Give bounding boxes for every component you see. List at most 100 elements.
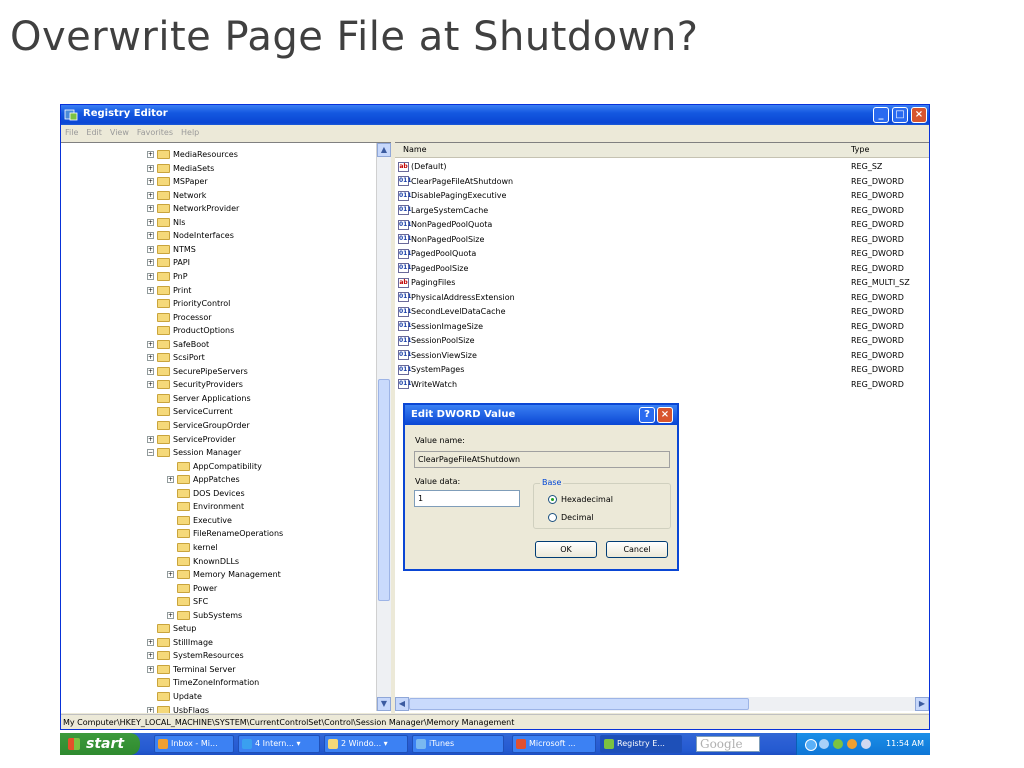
value-row[interactable]: 011DisablePagingExecutive REG_DWORD <box>398 189 928 203</box>
tree-item[interactable]: + AppPatches <box>167 473 240 486</box>
tree-item[interactable]: Update <box>147 690 202 703</box>
tree-item[interactable]: ServiceGroupOrder <box>147 419 250 432</box>
tree-item[interactable]: FileRenameOperations <box>167 527 283 540</box>
expand-icon[interactable]: + <box>147 354 154 362</box>
messenger-icon[interactable] <box>819 739 829 749</box>
ok-button[interactable]: OK <box>535 541 597 558</box>
expand-icon[interactable]: + <box>147 286 154 294</box>
hexadecimal-radio[interactable]: Hexadecimal <box>548 494 613 505</box>
expand-icon[interactable]: + <box>147 232 154 240</box>
tree-item[interactable]: Power <box>167 582 217 595</box>
tree-item[interactable]: Environment <box>167 500 244 513</box>
tree-item[interactable]: AppCompatibility <box>167 460 262 473</box>
tree-item[interactable]: + SubSystems <box>167 609 242 622</box>
value-row[interactable]: 011NonPagedPoolSize REG_DWORD <box>398 233 928 247</box>
taskbar-button[interactable]: 2 Windo... ▾ <box>324 735 408 753</box>
value-row[interactable]: 011WriteWatch REG_DWORD <box>398 378 928 392</box>
expand-icon[interactable]: + <box>147 652 154 660</box>
decimal-radio-dot[interactable] <box>548 513 557 522</box>
tree-item[interactable]: + ServiceProvider <box>147 433 236 446</box>
tree-item[interactable]: + UsbFlags <box>147 704 209 713</box>
tree-item[interactable]: Setup <box>147 622 196 635</box>
tree-item[interactable]: + MediaSets <box>147 162 214 175</box>
value-row[interactable]: ab PagingFiles REG_MULTI_SZ <box>398 276 928 290</box>
menu-file[interactable]: File <box>61 125 82 140</box>
tree-item[interactable]: − Session Manager <box>147 446 241 459</box>
tree-scrollbar[interactable]: ▲ ▼ <box>376 143 391 711</box>
tree-item[interactable]: + ScsiPort <box>147 351 205 364</box>
taskbar-button[interactable]: Registry E... <box>600 735 682 753</box>
close-button[interactable]: × <box>911 107 927 123</box>
expand-icon[interactable]: + <box>147 381 154 389</box>
expand-icon[interactable]: + <box>147 245 154 253</box>
taskbar-button[interactable]: iTunes <box>412 735 504 753</box>
minimize-button[interactable]: _ <box>873 107 889 123</box>
menu-help[interactable]: Help <box>177 125 203 140</box>
tree-item[interactable]: + Memory Management <box>167 568 281 581</box>
menu-favorites[interactable]: Favorites <box>133 125 177 140</box>
expand-icon[interactable]: + <box>147 367 154 375</box>
value-row[interactable]: 011LargeSystemCache REG_DWORD <box>398 204 928 218</box>
expand-icon[interactable]: + <box>147 259 154 267</box>
value-data-input[interactable]: 1 <box>414 490 520 507</box>
tree-item[interactable]: Processor <box>147 311 212 324</box>
list-hscrollbar[interactable]: ◀ ▶ <box>395 697 929 711</box>
tree-item[interactable]: Executive <box>167 514 232 527</box>
list-scroll-left-button[interactable]: ◀ <box>395 697 409 711</box>
value-row[interactable]: 011NonPagedPoolQuota REG_DWORD <box>398 218 928 232</box>
tree-item[interactable]: kernel <box>167 541 218 554</box>
tree-item[interactable]: + SystemResources <box>147 649 244 662</box>
tree-scroll-down-button[interactable]: ▼ <box>377 697 391 711</box>
tree-scroll-up-button[interactable]: ▲ <box>377 143 391 157</box>
tree-item[interactable]: TimeZoneInformation <box>147 676 259 689</box>
help-button[interactable]: ? <box>639 407 655 423</box>
volume-icon[interactable] <box>861 739 871 749</box>
column-header-type[interactable]: Type <box>851 145 869 154</box>
window-titlebar[interactable]: Registry Editor _ □ × <box>61 105 929 125</box>
tree-item[interactable]: + SecurityProviders <box>147 378 243 391</box>
decimal-radio[interactable]: Decimal <box>548 512 594 523</box>
tree-item[interactable]: + MSPaper <box>147 175 208 188</box>
hexadecimal-radio-dot[interactable] <box>548 495 557 504</box>
dialog-titlebar[interactable]: Edit DWORD Value ? × <box>405 405 677 425</box>
expand-icon[interactable]: + <box>147 272 154 280</box>
expand-icon[interactable]: + <box>167 476 174 484</box>
expand-icon[interactable]: + <box>147 191 154 199</box>
value-row[interactable]: 011PhysicalAddressExtension REG_DWORD <box>398 291 928 305</box>
tree-item[interactable]: + NodeInterfaces <box>147 229 234 242</box>
tree-item[interactable]: ServiceCurrent <box>147 405 233 418</box>
tree-item[interactable]: + SafeBoot <box>147 338 209 351</box>
tree-item[interactable]: + Terminal Server <box>147 663 236 676</box>
google-search-box[interactable]: Google <box>696 736 760 752</box>
tree-scroll-thumb[interactable] <box>378 379 390 601</box>
collapse-icon[interactable]: − <box>147 449 154 457</box>
value-row[interactable]: 011SystemPages REG_DWORD <box>398 363 928 377</box>
column-header-name[interactable]: Name <box>403 145 427 154</box>
tree-item[interactable]: + PnP <box>147 270 188 283</box>
tree-item[interactable]: + StillImage <box>147 636 213 649</box>
start-button[interactable]: start <box>60 733 140 755</box>
value-row[interactable]: 011SessionViewSize REG_DWORD <box>398 349 928 363</box>
menu-view[interactable]: View <box>106 125 133 140</box>
network-icon[interactable] <box>833 739 843 749</box>
tree-item[interactable]: + MediaResources <box>147 148 238 161</box>
tree-item[interactable]: Server Applications <box>147 392 251 405</box>
tree-item[interactable]: PriorityControl <box>147 297 230 310</box>
tree-item[interactable]: SFC <box>167 595 208 608</box>
expand-icon[interactable]: + <box>147 164 154 172</box>
expand-icon[interactable]: + <box>147 638 154 646</box>
value-row[interactable]: 011SessionImageSize REG_DWORD <box>398 320 928 334</box>
tree-item[interactable]: DOS Devices <box>167 487 245 500</box>
expand-icon[interactable]: + <box>147 340 154 348</box>
value-row[interactable]: ab (Default) REG_SZ <box>398 160 928 174</box>
value-row[interactable]: 011SecondLevelDataCache REG_DWORD <box>398 305 928 319</box>
taskbar-button[interactable]: Microsoft ... <box>512 735 596 753</box>
tree-item[interactable]: + Nls <box>147 216 185 229</box>
expand-icon[interactable]: + <box>167 611 174 619</box>
menu-edit[interactable]: Edit <box>82 125 106 140</box>
expand-icon[interactable]: + <box>167 571 174 579</box>
tree-item[interactable]: + Network <box>147 189 206 202</box>
value-row[interactable]: 011ClearPageFileAtShutdown REG_DWORD <box>398 175 928 189</box>
list-hscroll-thumb[interactable] <box>409 698 749 710</box>
value-row[interactable]: 011SessionPoolSize REG_DWORD <box>398 334 928 348</box>
